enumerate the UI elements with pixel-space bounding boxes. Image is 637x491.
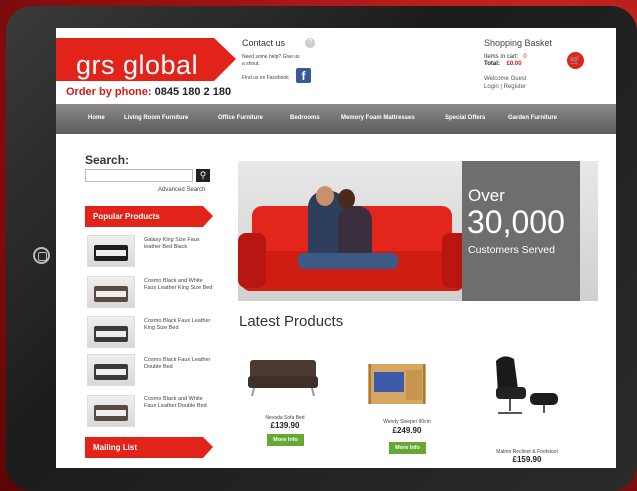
product-link[interactable]: Cosmo Black and White Faux Leather Doubl…	[144, 396, 214, 410]
nav-home[interactable]: Home	[88, 115, 105, 121]
more-info-button[interactable]: More Info	[267, 434, 304, 446]
main-nav: Home Living Room Furniture Office Furnit…	[56, 104, 616, 134]
product-link[interactable]: Galaxy King Size Faux leather Bed Black	[144, 237, 214, 251]
welcome-block: Welcome Guest Login | Register	[484, 75, 527, 91]
basket-summary: Items in cart: 0 Total: £0.00	[484, 54, 527, 68]
items-label: Items in cart:	[484, 54, 519, 60]
nav-bedrooms[interactable]: Bedrooms	[290, 115, 320, 121]
person-head	[316, 186, 334, 206]
contact-title[interactable]: Contact us	[242, 38, 285, 48]
product-thumb[interactable]	[87, 354, 135, 386]
more-info-button[interactable]: More Info	[389, 442, 426, 454]
product-link[interactable]: Cosmo Black Faux Leather Double Bed	[144, 357, 214, 371]
nav-mattresses[interactable]: Memory Foam Mattresses	[341, 115, 415, 121]
person-figure	[338, 206, 372, 258]
product-thumb[interactable]	[87, 276, 135, 308]
website-screen: grs global Order by phone: 0845 180 2 18…	[56, 28, 616, 468]
nav-special-offers[interactable]: Special Offers	[445, 115, 485, 121]
phone-number: 0845 180 2 180	[154, 86, 232, 98]
home-button-icon[interactable]	[33, 247, 50, 264]
latest-products-title: Latest Products	[239, 313, 344, 330]
product-thumb[interactable]	[87, 395, 135, 427]
cabin-bed-image[interactable]	[366, 358, 428, 406]
nav-living-room[interactable]: Living Room Furniture	[124, 115, 188, 121]
nav-office[interactable]: Office Furniture	[218, 115, 263, 121]
product-price: £139.90	[270, 421, 300, 430]
search-icon: ⚲	[199, 170, 207, 180]
banner-stat-panel: Over 30,000 Customers Served	[462, 161, 580, 301]
product-link[interactable]: Cosmo Black and White Faux Leather King …	[144, 278, 214, 292]
welcome-text: Welcome Guest	[484, 76, 527, 82]
banner-number: 30,000	[467, 204, 565, 240]
facebook-text: Find us on Facebook	[242, 75, 289, 81]
items-value: 0	[523, 54, 527, 60]
basket-title[interactable]: Shopping Basket	[484, 38, 552, 48]
recliner-image[interactable]	[486, 353, 566, 418]
search-label: Search:	[85, 153, 130, 167]
product-price: £249.90	[392, 426, 422, 435]
person-head	[338, 189, 355, 209]
popular-products-heading: Popular Products	[85, 206, 213, 227]
product-thumb[interactable]	[87, 316, 135, 348]
nav-garden[interactable]: Garden Furniture	[508, 115, 557, 121]
product-name[interactable]: Wendy Sleeper 90cm	[367, 419, 447, 425]
sofa-arm	[238, 233, 266, 288]
search-button[interactable]: ⚲	[196, 169, 210, 182]
total-label: Total:	[484, 61, 500, 67]
help-text: Need some help? Give us a shout.	[242, 54, 300, 67]
product-price: £159.90	[512, 455, 542, 464]
product-link[interactable]: Cosmo Black Faux Leather King Size Bed	[144, 318, 214, 332]
legs	[298, 253, 398, 269]
hero-banner[interactable]: Over 30,000 Customers Served	[238, 161, 598, 301]
banner-over: Over	[468, 186, 505, 205]
facebook-icon[interactable]: f	[296, 68, 311, 83]
phone-label: Order by phone:	[66, 86, 152, 98]
total-value: £0.00	[506, 61, 522, 67]
logo[interactable]: grs global	[76, 50, 198, 81]
login-register-link[interactable]: Login | Register	[484, 83, 527, 91]
logo-banner[interactable]: grs global	[56, 38, 236, 81]
cart-icon[interactable]: 🛒	[567, 52, 584, 69]
product-thumb[interactable]	[87, 235, 135, 267]
banner-subtitle: Customers Served	[468, 244, 555, 256]
help-icon[interactable]: ?	[305, 38, 315, 48]
mailing-list-heading: Mailing List	[85, 437, 213, 458]
search-input[interactable]	[85, 169, 193, 182]
sofa-bed-image[interactable]	[244, 350, 324, 400]
order-phone: Order by phone: 0845 180 2 180	[66, 86, 231, 98]
advanced-search-link[interactable]: Advanced Search	[158, 187, 205, 193]
